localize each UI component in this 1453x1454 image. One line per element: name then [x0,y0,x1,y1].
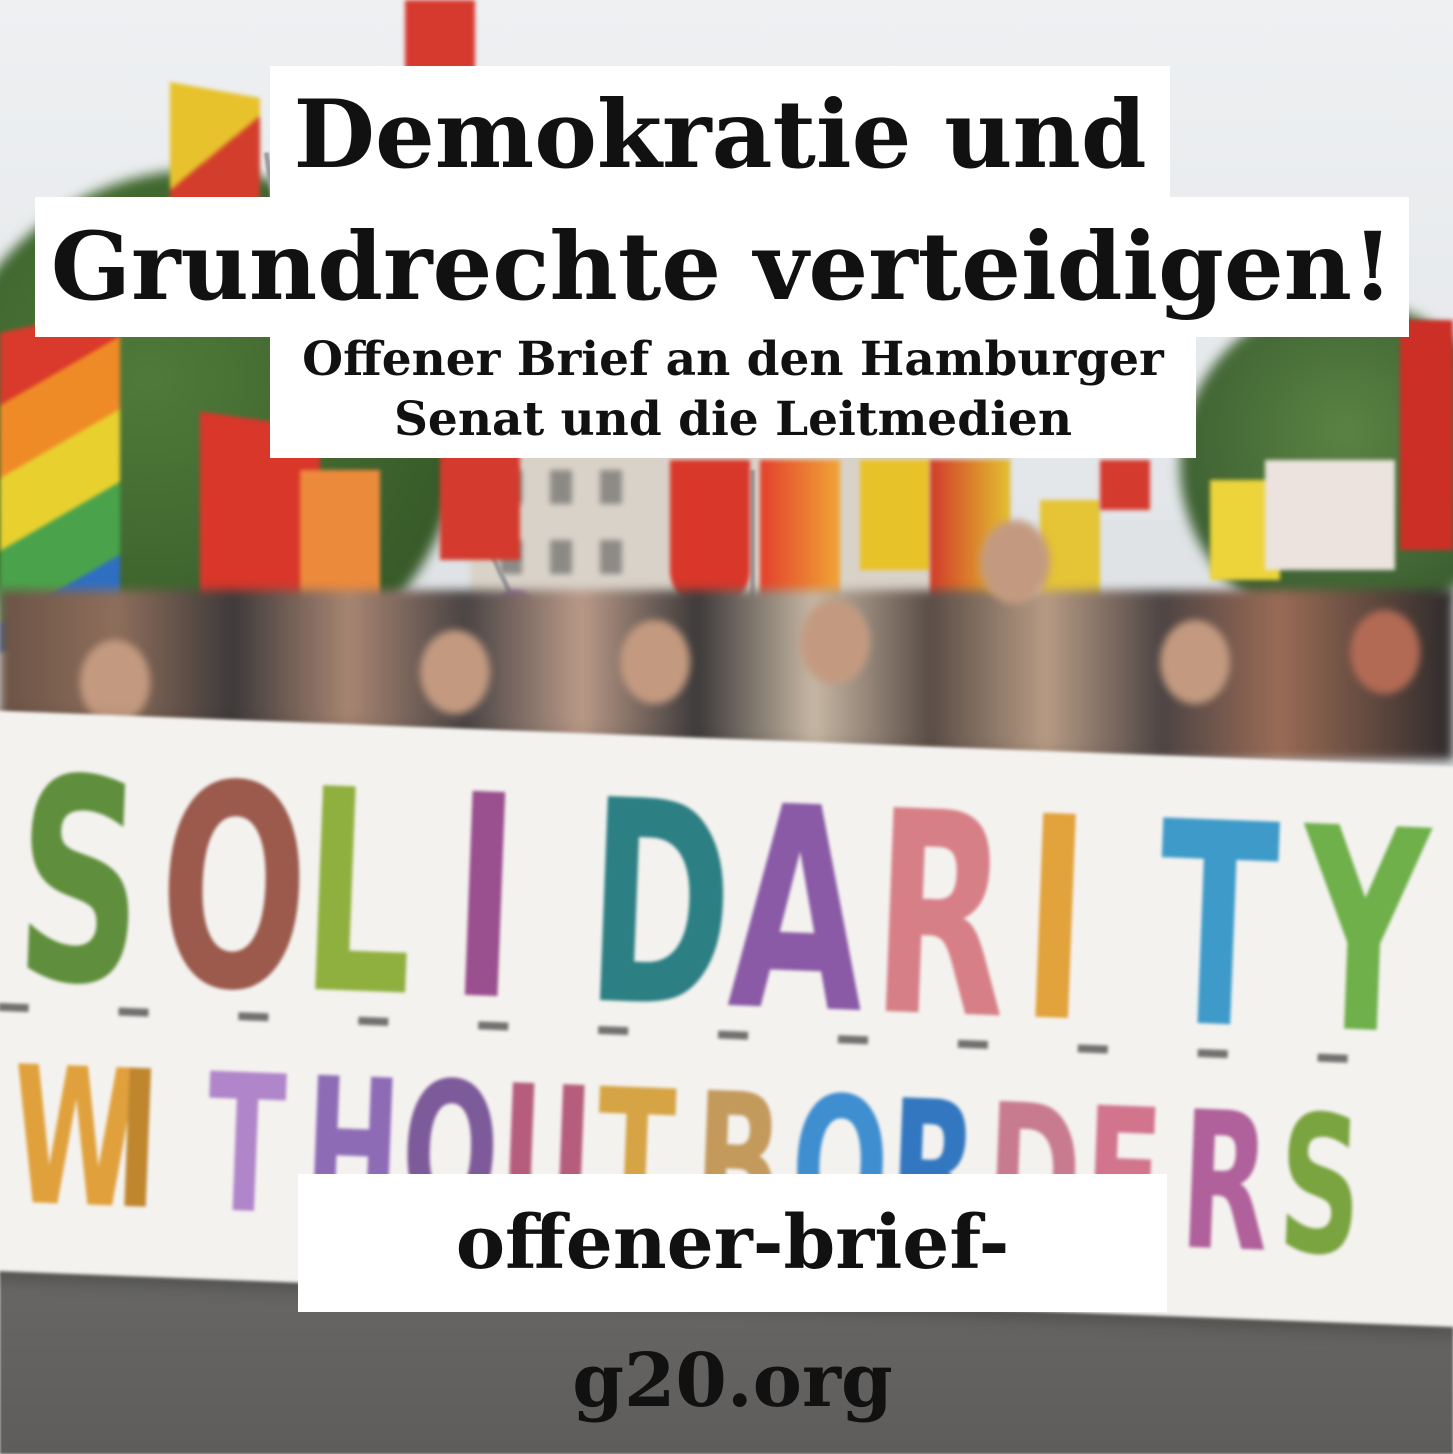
banner-line1: SOLIDARITY [0,718,1453,1099]
window [550,540,572,574]
red-flag [1100,460,1150,510]
banner-letter: Y [1294,767,1431,1099]
person-head [420,630,490,714]
banner-letter: I [111,1029,163,1253]
person-head [1350,610,1420,694]
subheadline-line1: Offener Brief an den Hamburger [302,332,1164,387]
person-head [800,600,870,684]
subheadline: Offener Brief an den Hamburger Senat und… [270,330,1196,450]
banner-letter: R [866,751,1011,1083]
red-pennant [670,460,750,610]
yellow-flag [860,460,930,570]
red-flag [440,450,520,560]
website-url: offener-brief-g20.org [455,1200,1010,1424]
banner-letter: S [1274,1074,1366,1299]
person-head [620,620,690,704]
banner-letter: S [10,718,146,1050]
banner-letter: L [296,729,417,1060]
protest-sign [1265,460,1395,570]
banner-letter: I [1017,757,1092,1086]
red-flag [1400,320,1453,550]
banner-letter: T [202,1033,289,1257]
person-head [80,640,150,724]
window [600,470,622,504]
headline-line1: Demokratie und [293,80,1147,190]
headline-line2: Grundrechte verteidigen! [50,212,1394,322]
subheadline-line2: Senat und die Leitmedien [393,392,1073,447]
banner-letter: O [153,724,312,1056]
banner-letter: R [1177,1070,1274,1295]
banner-letter: W [7,1025,142,1252]
window [600,540,622,574]
banner-letter: T [1152,762,1281,1093]
banner-letter: I [446,735,522,1064]
person-head [980,520,1050,604]
banner-letter: A [724,746,869,1077]
banner-letter: D [581,740,736,1072]
window [550,470,572,504]
person-head [1160,620,1230,704]
